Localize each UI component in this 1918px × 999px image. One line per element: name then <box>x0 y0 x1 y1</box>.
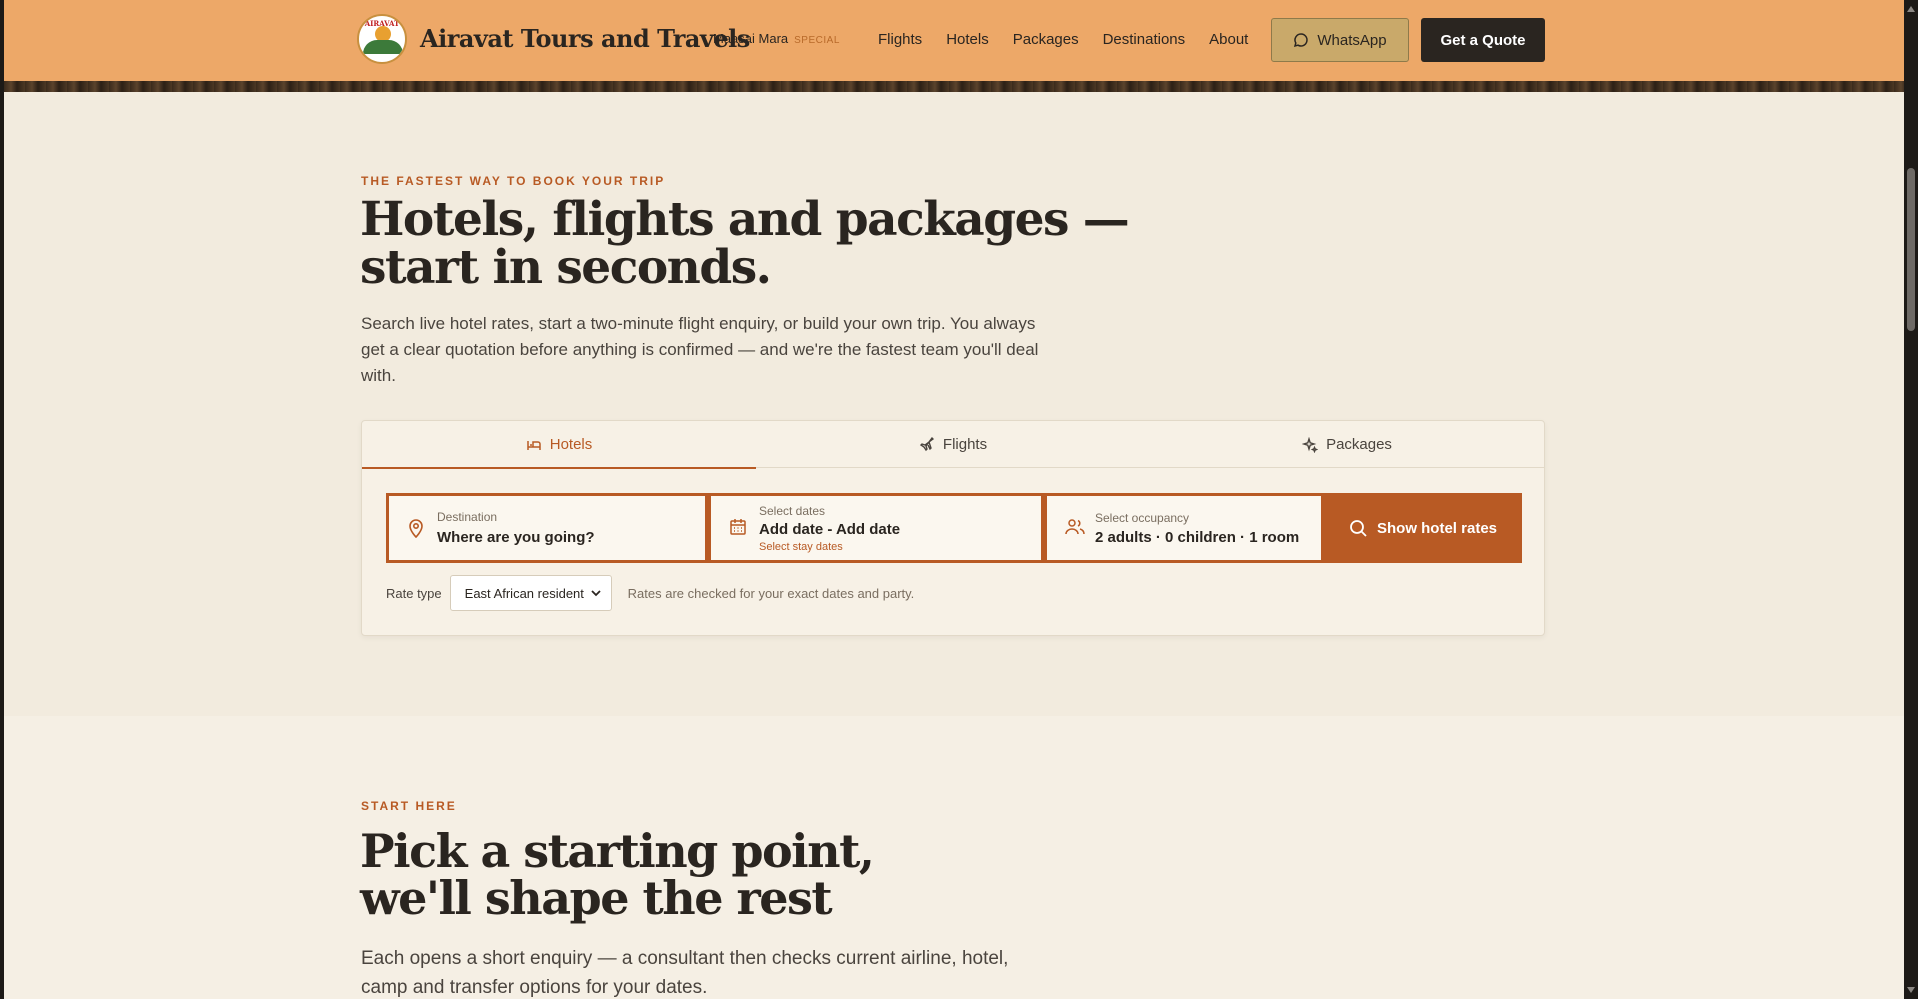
hero-title: Hotels, flights and packages — start in … <box>360 192 1130 295</box>
special-offer-name: Maasai Mara <box>713 31 789 46</box>
dates-label: Select dates <box>759 504 826 518</box>
whatsapp-button[interactable]: WhatsApp <box>1271 18 1409 62</box>
occupancy-label: Select occupancy <box>1095 511 1190 525</box>
tab-hotels[interactable]: Hotels <box>362 421 756 469</box>
rate-type-row: Rate type East African resident Rates ar… <box>386 575 914 611</box>
tab-flights-label: Flights <box>942 436 988 453</box>
hero-lede: Search live hotel rates, start a two-min… <box>361 314 1039 385</box>
tab-packages[interactable]: Packages <box>1150 421 1544 468</box>
nav-about[interactable]: About <box>1209 31 1248 48</box>
destination-label: Destination <box>437 510 498 524</box>
page-scrollbar[interactable] <box>1904 0 1918 999</box>
sparkle-icon <box>1302 436 1319 453</box>
plane-icon <box>919 436 934 451</box>
location-pin-icon <box>409 519 423 538</box>
main-nav: Flights Hotels Packages Destinations Abo… <box>878 31 1248 48</box>
rate-note: Rates are checked for your exact dates a… <box>627 585 915 601</box>
hero-image-strip <box>4 81 1904 92</box>
tab-packages-label: Packages <box>1326 436 1392 453</box>
show-hotel-rates-button[interactable]: Show hotel rates <box>1324 493 1522 563</box>
brand-name[interactable]: Airavat Tours and Travels <box>420 24 750 53</box>
nav-destinations[interactable]: Destinations <box>1103 31 1186 48</box>
tab-flights[interactable]: Flights <box>756 421 1150 468</box>
dates-value: Add date - Add date <box>759 521 901 538</box>
nav-flights[interactable]: Flights <box>878 31 922 48</box>
scroll-down-icon[interactable] <box>1907 987 1915 993</box>
tab-hotels-label: Hotels <box>549 436 593 453</box>
brand-logo[interactable]: AIRAVAT <box>357 14 407 64</box>
occupancy-field[interactable]: Select occupancy 2 adults · 0 children ·… <box>1044 493 1324 563</box>
logo-hill <box>363 40 403 54</box>
calendar-icon <box>730 519 746 535</box>
destination-input[interactable]: Where are you going? <box>437 529 595 546</box>
chat-bubble-icon <box>1294 33 1309 48</box>
dates-field[interactable]: Select dates Add date - Add date Select … <box>708 493 1044 563</box>
search-card: Hotels Flights Packages Destination Wher… <box>361 420 1545 636</box>
chevron-down-icon <box>591 590 601 597</box>
rate-type-label: Rate type <box>386 585 442 601</box>
dates-hint: Select stay dates <box>759 541 843 553</box>
destination-field[interactable]: Destination Where are you going? <box>386 493 708 563</box>
search-icon <box>1350 520 1367 537</box>
hotel-search-bar: Destination Where are you going? Select … <box>386 493 1522 563</box>
rate-type-value: East African resident <box>464 585 584 601</box>
special-offer-link[interactable]: Maasai Mara SPECIAL <box>713 31 840 46</box>
whatsapp-label: WhatsApp <box>1317 31 1387 49</box>
section2-eyebrow: START HERE <box>361 799 457 813</box>
rate-type-select[interactable]: East African resident <box>449 575 612 611</box>
scrollbar-thumb[interactable] <box>1907 168 1915 331</box>
nav-hotels[interactable]: Hotels <box>946 31 989 48</box>
section2-lede: Each opens a short enquiry — a consultan… <box>361 948 1009 998</box>
section2-title: Pick a starting point, we'll shape the r… <box>360 824 875 925</box>
get-quote-button[interactable]: Get a Quote <box>1421 18 1545 62</box>
scroll-up-icon[interactable] <box>1907 6 1915 12</box>
hero-eyebrow: THE FASTEST WAY TO BOOK YOUR TRIP <box>361 174 666 188</box>
occupancy-value: 2 adults · 0 children · 1 room <box>1095 529 1300 546</box>
bed-icon <box>526 440 541 450</box>
special-offer-tag: SPECIAL <box>794 35 840 46</box>
people-icon <box>1065 519 1085 535</box>
show-hotel-rates-label: Show hotel rates <box>1376 519 1498 537</box>
nav-packages[interactable]: Packages <box>1013 31 1079 48</box>
search-tabs: Hotels Flights Packages <box>362 421 1544 469</box>
